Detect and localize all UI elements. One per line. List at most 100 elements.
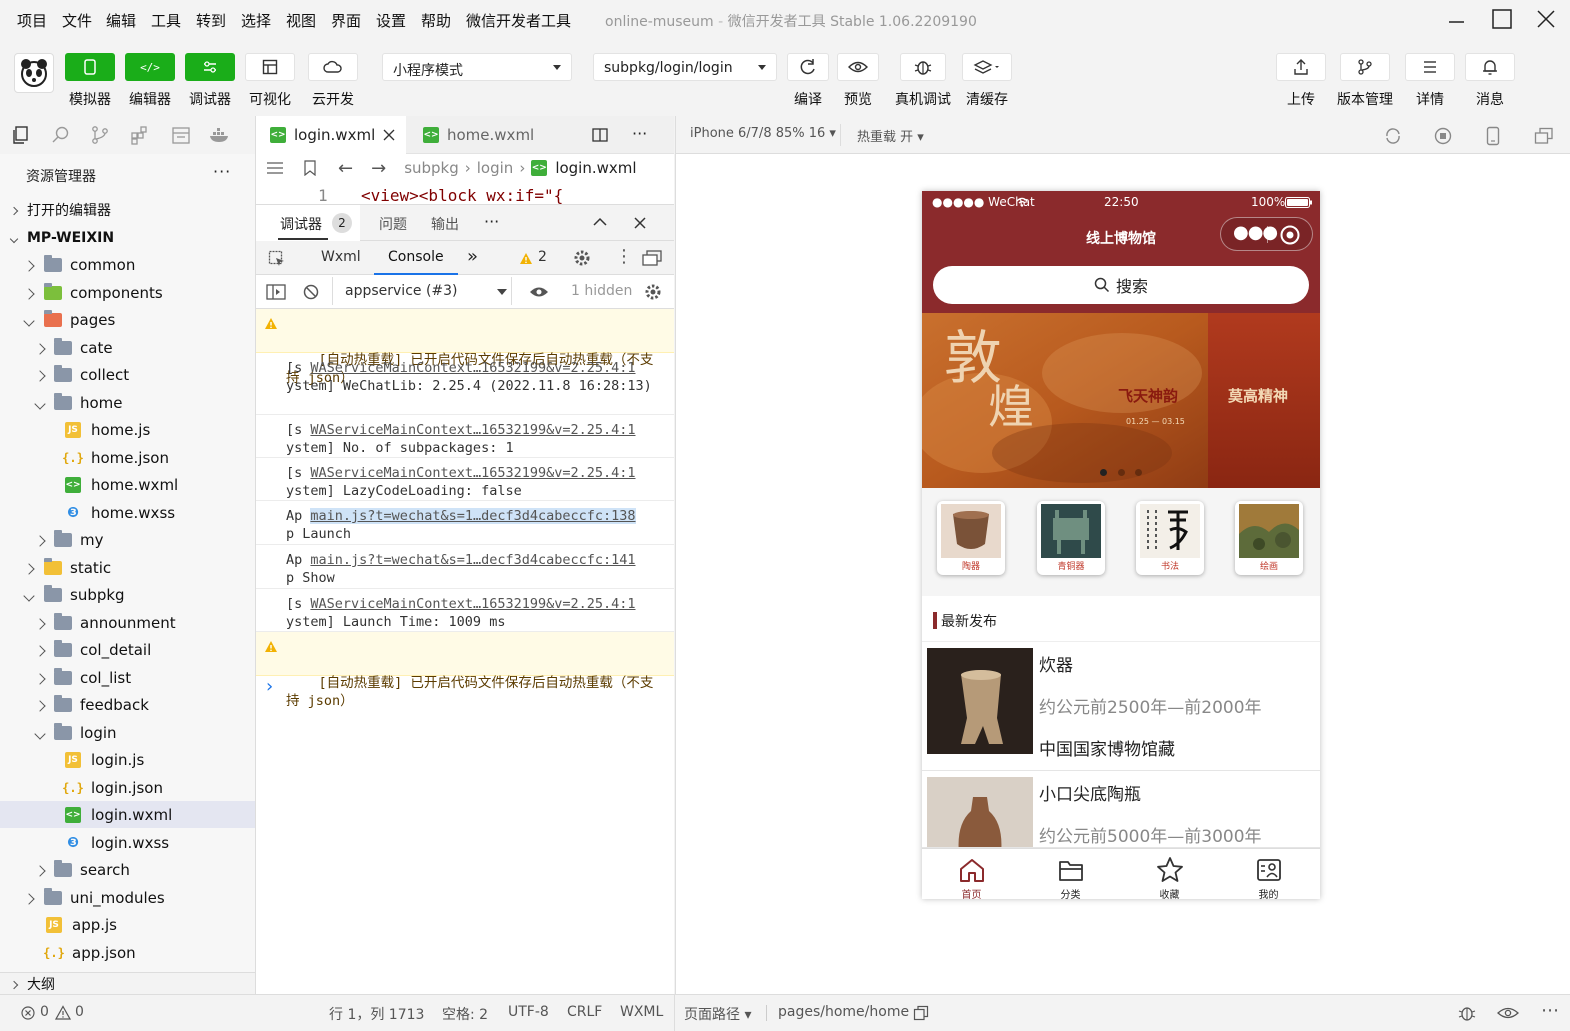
panel-tab-console[interactable]: Console: [374, 241, 458, 275]
tree-folder-subpkg[interactable]: subpkg: [0, 581, 255, 608]
tree-file-login-wxss[interactable]: ❸ login.wxss: [0, 829, 255, 856]
console-log-entry[interactable]: [s WAServiceMainContext…16532199&v=2.25.…: [256, 458, 674, 501]
compile-button[interactable]: [787, 53, 829, 81]
docker-icon[interactable]: [209, 125, 231, 145]
tree-file-app-json[interactable]: {.} app.json: [0, 939, 255, 966]
carousel-dot[interactable]: [1118, 469, 1125, 476]
menu-edit[interactable]: 编辑: [106, 10, 136, 31]
banner-carousel[interactable]: 敦 煌 飞天神韵 莫高精神 01.25 — 03.15: [922, 313, 1320, 488]
eye-icon[interactable]: [1497, 1006, 1519, 1020]
chevron-up-icon[interactable]: [593, 217, 607, 227]
preview-button[interactable]: [837, 53, 879, 81]
upload-button[interactable]: [1276, 53, 1326, 81]
console-log-entry[interactable]: [s WAServiceMainContext…16532199&v=2.25.…: [256, 353, 674, 415]
console-log-entry[interactable]: [s WAServiceMainContext…16532199&v=2.25.…: [256, 415, 674, 458]
tree-folder-common[interactable]: common: [0, 251, 255, 278]
minimize-button[interactable]: [1442, 6, 1472, 34]
source-link[interactable]: WAServiceMainContext…16532199&v=2.25.4:1: [310, 422, 635, 438]
search-icon[interactable]: [51, 125, 71, 145]
console-log-entry[interactable]: Ap main.js?t=wechat&s=1…decf3d4cabeccfc:…: [256, 545, 674, 589]
undock-icon[interactable]: [642, 250, 662, 266]
mode-select[interactable]: 小程序模式: [382, 53, 572, 81]
encoding[interactable]: UTF-8: [508, 1004, 549, 1020]
tree-folder-col-list[interactable]: col_list: [0, 664, 255, 691]
console-log-warning[interactable]: [自动热重载] 已开启代码文件保存后自动热重载（不支持 json）: [256, 309, 674, 386]
category-painting[interactable]: 绘画: [1235, 501, 1303, 575]
list-icon[interactable]: [266, 161, 284, 175]
root-folder-header[interactable]: MP-WEIXIN: [0, 224, 255, 251]
bug-icon[interactable]: [1457, 1004, 1477, 1022]
more-options-icon[interactable]: ⋯: [1541, 1000, 1559, 1021]
clear-console-icon[interactable]: [303, 284, 319, 300]
real-debug-button[interactable]: [900, 53, 946, 81]
breadcrumb-login[interactable]: login: [477, 159, 514, 177]
split-editor-icon[interactable]: [592, 127, 608, 143]
menu-view[interactable]: 视图: [286, 10, 316, 31]
tree-folder-my[interactable]: my: [0, 526, 255, 553]
files-icon[interactable]: [11, 125, 31, 145]
line-ending[interactable]: CRLF: [567, 1004, 602, 1020]
console-log-warning[interactable]: [自动热重载] 已开启代码文件保存后自动热重载（不支持 json）: [256, 632, 674, 709]
carousel-dot[interactable]: [1135, 469, 1142, 476]
context-select[interactable]: appservice (#3): [332, 277, 512, 305]
tab-home-wxml[interactable]: <> home.wxml: [409, 116, 564, 154]
category-pottery[interactable]: 陶器: [937, 501, 1005, 575]
outline-header[interactable]: 大纲: [0, 972, 255, 994]
tab-login-wxml[interactable]: <> login.wxml: [256, 116, 406, 154]
hidden-count[interactable]: 1 hidden: [571, 283, 632, 299]
breadcrumb-file[interactable]: login.wxml: [555, 159, 636, 177]
visual-toggle[interactable]: [245, 53, 295, 81]
tab-debugger[interactable]: 调试器 2: [256, 205, 360, 241]
menu-devtools[interactable]: 微信开发者工具: [466, 10, 571, 31]
device-select[interactable]: iPhone 6/7/8 85% 16 ▾: [690, 126, 836, 141]
tree-folder-components[interactable]: components: [0, 279, 255, 306]
back-arrow-icon[interactable]: ←: [338, 158, 353, 179]
warning-count-status[interactable]: 0: [75, 1004, 84, 1020]
carousel-dot-active[interactable]: [1100, 469, 1107, 476]
panel-tab-wxml[interactable]: Wxml: [321, 249, 361, 265]
tree-file-home-js[interactable]: JS home.js: [0, 416, 255, 443]
tree-file-login-wxml[interactable]: <> login.wxml: [0, 801, 255, 828]
avatar[interactable]: [14, 53, 54, 93]
panel-more-chevron[interactable]: »: [467, 246, 478, 267]
sidebar-toggle-icon[interactable]: [266, 283, 286, 301]
messages-button[interactable]: [1465, 53, 1515, 81]
copy-icon[interactable]: [913, 1005, 929, 1021]
source-link[interactable]: WAServiceMainContext…16532199&v=2.25.4:1: [310, 596, 635, 612]
cloud-toggle[interactable]: [308, 53, 358, 81]
tree-folder-search[interactable]: search: [0, 856, 255, 883]
tree-folder-col-detail[interactable]: col_detail: [0, 636, 255, 663]
editor-more-button[interactable]: ···: [632, 124, 647, 143]
editor-toggle[interactable]: </>: [125, 53, 175, 81]
tree-folder-cate[interactable]: cate: [0, 334, 255, 361]
console-log-entry[interactable]: [s WAServiceMainContext…16532199&v=2.25.…: [256, 589, 674, 632]
menu-goto[interactable]: 转到: [196, 10, 226, 31]
source-link[interactable]: WAServiceMainContext…16532199&v=2.25.4:1: [310, 465, 635, 481]
eye-icon[interactable]: [529, 285, 549, 299]
tree-folder-announment[interactable]: announment: [0, 609, 255, 636]
tab-issues[interactable]: 问题: [379, 214, 407, 234]
menu-settings[interactable]: 设置: [376, 10, 406, 31]
warning-count[interactable]: 2: [538, 249, 547, 265]
category-bronze[interactable]: 青铜器: [1037, 501, 1105, 575]
kebab-menu-icon[interactable]: ⋮: [615, 246, 633, 267]
hot-reload-toggle[interactable]: 热重载 开 ▾: [857, 126, 924, 145]
tree-folder-pages[interactable]: pages: [0, 306, 255, 333]
forward-arrow-icon[interactable]: →: [371, 158, 386, 179]
version-button[interactable]: [1340, 53, 1390, 81]
menu-project[interactable]: 项目: [17, 10, 47, 31]
devtools-more-button[interactable]: ···: [484, 212, 499, 231]
tree-folder-home[interactable]: home: [0, 389, 255, 416]
tree-folder-collect[interactable]: collect: [0, 361, 255, 388]
tree-folder-login[interactable]: login: [0, 719, 255, 746]
debugger-toggle[interactable]: [185, 53, 235, 81]
close-window-button[interactable]: [1532, 6, 1562, 34]
tree-folder-feedback[interactable]: feedback: [0, 691, 255, 718]
console-prompt[interactable]: ›: [266, 676, 273, 697]
list-item[interactable]: 炊器 约公元前2500年—前2000年 中国国家博物馆藏: [922, 643, 1320, 771]
tab-category[interactable]: 分类: [1021, 849, 1120, 899]
inspect-element-icon[interactable]: [268, 250, 286, 268]
language-mode[interactable]: WXML: [620, 1004, 663, 1020]
source-link[interactable]: main.js?t=wechat&s=1…decf3d4cabeccfc:141: [310, 552, 635, 568]
tree-file-login-json[interactable]: {.} login.json: [0, 774, 255, 801]
